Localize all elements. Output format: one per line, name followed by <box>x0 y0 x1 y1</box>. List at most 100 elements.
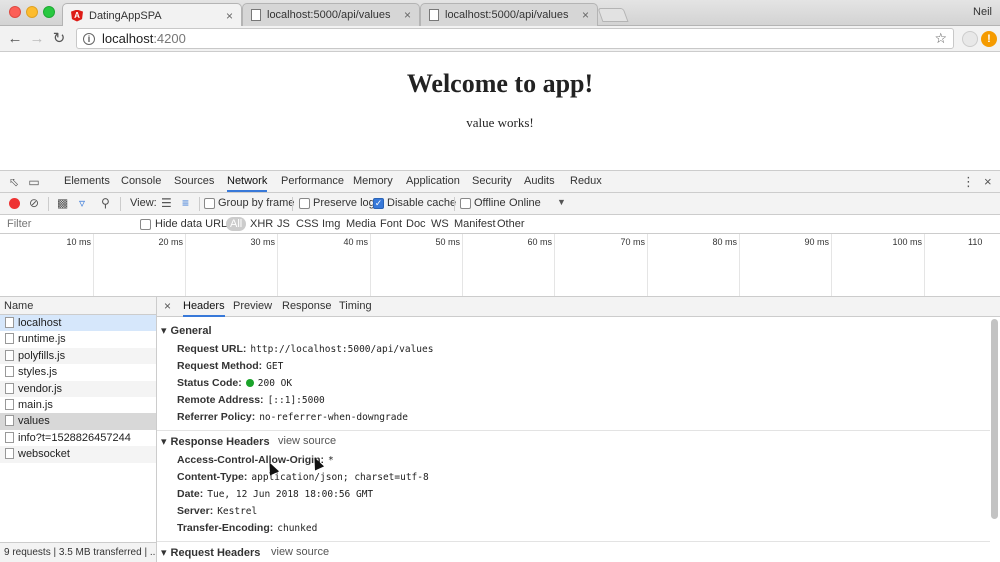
window-maximize-button[interactable] <box>43 6 55 18</box>
disable-cache-checkbox[interactable]: ✓ <box>373 198 384 209</box>
tab-elements[interactable]: Elements <box>64 171 110 192</box>
response-headers-toggle[interactable]: Response Headers <box>161 435 270 448</box>
filter-type-ws[interactable]: WS <box>431 215 449 233</box>
more-options-icon[interactable]: ⋮ <box>962 171 975 192</box>
filter-type-css[interactable]: CSS <box>296 215 319 233</box>
detail-scrollbar[interactable] <box>991 319 998 519</box>
alert-extension-icon[interactable]: ! <box>981 31 997 47</box>
view-source-link[interactable]: view source <box>278 435 336 447</box>
offline-checkbox[interactable] <box>460 198 471 209</box>
request-row-runtime[interactable]: runtime.js <box>0 331 156 347</box>
request-row-websocket[interactable]: websocket <box>0 446 156 463</box>
request-row-values[interactable]: values <box>0 413 156 430</box>
bookmark-star-icon[interactable]: ☆ <box>934 30 947 47</box>
tick-gridline <box>831 234 832 296</box>
filter-type-media[interactable]: Media <box>346 215 376 233</box>
chevron-down-icon[interactable]: ▼ <box>557 197 566 207</box>
filter-type-img[interactable]: Img <box>322 215 340 233</box>
list-view-icon[interactable]: ☰ <box>161 196 172 210</box>
general-section-toggle[interactable]: General <box>161 324 212 337</box>
tab-title: localhost:5000/api/values <box>445 9 569 21</box>
header-value: http://localhost:5000/api/values <box>250 344 434 355</box>
filter-type-xhr[interactable]: XHR <box>250 215 273 233</box>
record-icon[interactable] <box>9 198 20 209</box>
throttling-select[interactable]: Online <box>509 193 541 214</box>
name-column-header[interactable]: Name <box>0 297 156 315</box>
request-name: localhost <box>18 317 62 329</box>
window-close-button[interactable] <box>9 6 21 18</box>
tick-gridline <box>462 234 463 296</box>
clear-icon[interactable]: ⊘ <box>29 196 39 210</box>
tab-preview[interactable]: Preview <box>233 297 272 317</box>
network-overview-timeline[interactable]: 10 ms 20 ms 30 ms 40 ms 50 ms 60 ms 70 m… <box>0 234 1000 297</box>
tab-redux[interactable]: Redux <box>570 171 602 192</box>
filter-type-manifest[interactable]: Manifest <box>454 215 496 233</box>
request-row-vendor[interactable]: vendor.js <box>0 380 156 397</box>
device-toolbar-icon[interactable]: ▭ <box>27 175 41 189</box>
page-icon <box>251 9 261 21</box>
close-icon[interactable]: × <box>226 9 233 23</box>
filter-bar: Hide data URLs All XHR JS CSS Img Media … <box>0 215 1000 234</box>
header-value: * <box>328 455 334 466</box>
request-name: main.js <box>18 398 53 411</box>
browser-tab-3[interactable]: localhost:5000/api/values × <box>420 3 598 26</box>
close-icon[interactable]: × <box>582 8 589 22</box>
hide-data-urls-checkbox[interactable] <box>140 219 151 230</box>
tab-performance[interactable]: Performance <box>281 171 344 192</box>
tab-sources[interactable]: Sources <box>174 171 214 192</box>
request-row-main[interactable]: main.js <box>0 397 156 413</box>
browser-tab-2[interactable]: localhost:5000/api/values × <box>242 3 420 26</box>
group-by-frame-checkbox[interactable] <box>204 198 215 209</box>
tab-application[interactable]: Application <box>406 171 460 192</box>
filter-type-font[interactable]: Font <box>380 215 402 233</box>
filter-icon[interactable]: ▿ <box>79 196 85 210</box>
tick-label: 10 ms <box>66 237 91 247</box>
request-row-polyfills[interactable]: polyfills.js <box>0 347 156 365</box>
tab-audits[interactable]: Audits <box>524 171 555 192</box>
extension-icon[interactable] <box>962 31 978 47</box>
close-icon[interactable]: × <box>404 8 411 22</box>
request-row-styles[interactable]: styles.js <box>0 364 156 380</box>
filter-type-all[interactable]: All <box>226 217 247 231</box>
document-icon <box>5 366 14 378</box>
forward-arrow-icon[interactable]: → <box>28 30 46 48</box>
new-tab-button[interactable] <box>597 8 629 22</box>
tab-memory[interactable]: Memory <box>353 171 393 192</box>
tick-label: 100 ms <box>892 237 922 247</box>
camera-icon[interactable]: ▩ <box>57 196 68 210</box>
close-icon[interactable]: × <box>164 299 171 313</box>
waterfall-view-icon[interactable]: ≡ <box>182 196 189 210</box>
search-icon[interactable]: ⚲ <box>101 196 110 210</box>
tick-gridline <box>924 234 925 296</box>
tab-headers[interactable]: Headers <box>183 297 225 317</box>
tab-response[interactable]: Response <box>282 297 332 317</box>
filter-type-other[interactable]: Other <box>497 215 525 233</box>
value-text: value works! <box>466 115 534 130</box>
request-row-info[interactable]: info?t=1528826457244 <box>0 430 156 446</box>
tab-network[interactable]: Network <box>227 171 268 192</box>
tab-timing[interactable]: Timing <box>339 297 372 317</box>
reload-icon[interactable]: ↻ <box>50 30 68 48</box>
offline-label: Offline <box>474 197 506 209</box>
view-source-link[interactable]: view source <box>271 546 329 558</box>
close-devtools-icon[interactable]: × <box>984 171 992 192</box>
request-row-localhost[interactable]: localhost <box>0 315 156 332</box>
inspect-element-icon[interactable]: ⬁ <box>7 175 21 189</box>
tab-security[interactable]: Security <box>472 171 512 192</box>
request-name: websocket <box>18 448 70 461</box>
request-headers-toggle[interactable]: Request Headers <box>161 546 261 559</box>
page-viewport: Welcome to app! value works! <box>0 53 1000 170</box>
address-bar[interactable]: i localhost:4200 ☆ <box>76 28 954 49</box>
filter-input[interactable] <box>2 216 130 232</box>
profile-name[interactable]: Neil <box>973 6 992 18</box>
preserve-log-label: Preserve log <box>313 197 375 209</box>
preserve-log-checkbox[interactable] <box>299 198 310 209</box>
window-minimize-button[interactable] <box>26 6 38 18</box>
filter-type-doc[interactable]: Doc <box>406 215 426 233</box>
filter-type-js[interactable]: JS <box>277 215 290 233</box>
info-icon[interactable]: i <box>83 32 95 45</box>
browser-tab-1[interactable]: A DatingAppSPA × <box>62 3 242 27</box>
back-arrow-icon[interactable]: ← <box>6 30 24 48</box>
tab-console[interactable]: Console <box>121 171 161 192</box>
toolbar-separator <box>48 197 49 211</box>
